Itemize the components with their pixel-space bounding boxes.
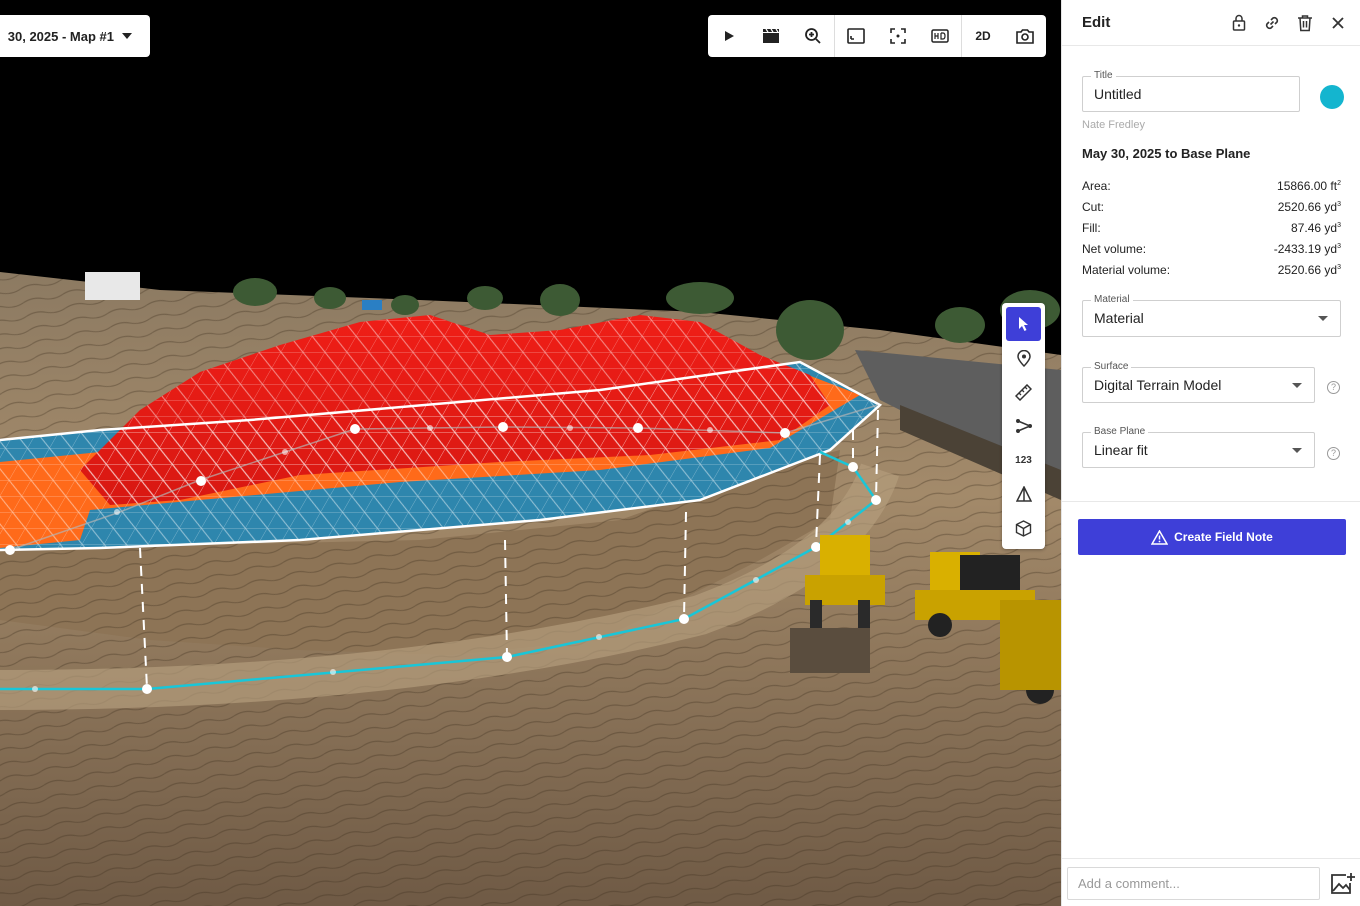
- fit-extent-button[interactable]: [835, 15, 877, 57]
- polyline-icon: [1015, 419, 1032, 433]
- add-image-icon: [1331, 873, 1355, 894]
- lock-icon: [1232, 14, 1246, 31]
- stat-value: 2520.66 yd3: [1277, 199, 1341, 214]
- title-field-label: Title: [1091, 70, 1116, 81]
- stat-value: 15866.00 ft2: [1277, 178, 1341, 193]
- fullscreen-button[interactable]: [877, 15, 919, 57]
- comment-input[interactable]: Add a comment...: [1067, 867, 1320, 900]
- stat-value: 2520.66 yd3: [1277, 262, 1341, 277]
- select-tool[interactable]: [1006, 307, 1041, 341]
- fit-extent-icon: [847, 28, 865, 44]
- surface-select[interactable]: Surface Digital Terrain Model: [1082, 361, 1315, 403]
- flythrough-button[interactable]: [750, 15, 792, 57]
- stat-label: Fill:: [1082, 220, 1101, 235]
- distance-tool[interactable]: [1006, 375, 1041, 409]
- panel-title: Edit: [1082, 14, 1111, 31]
- map-selector-dropdown[interactable]: May 30, 2025 - Map #1: [0, 15, 150, 57]
- stat-label: Material volume:: [1082, 262, 1171, 277]
- zoom-in-icon: [805, 28, 821, 44]
- stat-label: Net volume:: [1082, 241, 1147, 256]
- camera-icon: [1016, 29, 1034, 44]
- caret-down-icon: [1292, 383, 1302, 388]
- map-3d-viewport[interactable]: May 30, 2025 - Map #1 2D: [0, 0, 1061, 906]
- link-icon: [1265, 16, 1279, 29]
- measurement-tools: 123: [1002, 303, 1045, 549]
- surface-value: Digital Terrain Model: [1094, 377, 1222, 393]
- play-icon: [725, 31, 734, 41]
- caret-down-icon: [1292, 448, 1302, 453]
- count-tool[interactable]: 123: [1006, 443, 1041, 477]
- 2d-toggle-button[interactable]: 2D: [962, 15, 1004, 57]
- measurement-stats: Area: 15866.00 ft2 Cut: 2520.66 yd3 Fill: 8…: [1082, 175, 1341, 280]
- fullscreen-icon: [890, 28, 906, 44]
- stat-fill: Fill: 87.46 yd3: [1082, 217, 1341, 238]
- hd-icon: [931, 29, 949, 43]
- volume-pyramid-icon: [1015, 485, 1032, 502]
- base-plane-value: Linear fit: [1094, 442, 1148, 458]
- author-name: Nate Fredley: [1082, 119, 1145, 131]
- measurement-summary-title: May 30, 2025 to Base Plane: [1082, 146, 1251, 161]
- section-divider: [1062, 501, 1360, 502]
- map-selector-label: May 30, 2025 - Map #1: [4, 28, 114, 44]
- stat-label: Cut:: [1082, 199, 1105, 214]
- 3d-tool[interactable]: [1006, 511, 1041, 545]
- stat-value: -2433.19 yd3: [1273, 241, 1341, 256]
- close-button[interactable]: [1327, 12, 1349, 34]
- location-pin-icon: [1016, 349, 1031, 367]
- volume-tool[interactable]: [1006, 477, 1041, 511]
- lock-button[interactable]: [1228, 12, 1250, 34]
- create-field-note-label: Create Field Note: [1174, 530, 1273, 544]
- screenshot-button[interactable]: [1004, 15, 1046, 57]
- create-field-note-button[interactable]: Create Field Note: [1078, 519, 1346, 555]
- attach-image-button[interactable]: [1330, 872, 1356, 896]
- color-picker[interactable]: [1320, 85, 1344, 109]
- stat-value: 87.46 yd3: [1291, 220, 1341, 235]
- base-plane-help-icon[interactable]: ?: [1327, 447, 1340, 460]
- delete-button[interactable]: [1294, 12, 1316, 34]
- cursor-icon: [1018, 317, 1028, 331]
- stat-cut: Cut: 2520.66 yd3: [1082, 196, 1341, 217]
- 3d-cube-icon: [1015, 519, 1032, 537]
- edit-panel: Edit Title Untitled Nate Fredley May 30,…: [1061, 0, 1360, 906]
- terrain-scene[interactable]: [0, 0, 1061, 906]
- base-plane-select[interactable]: Base Plane Linear fit: [1082, 426, 1315, 468]
- material-value: Material: [1094, 310, 1144, 326]
- material-select[interactable]: Material Material: [1082, 294, 1341, 337]
- location-tool[interactable]: [1006, 341, 1041, 375]
- zoom-button[interactable]: [792, 15, 834, 57]
- panel-header: Edit: [1062, 0, 1360, 46]
- title-field[interactable]: Title Untitled: [1082, 70, 1300, 112]
- white-trailer: [85, 272, 140, 300]
- caret-down-icon: [122, 33, 132, 39]
- surface-help-icon[interactable]: ?: [1327, 381, 1340, 394]
- view-toolbar: 2D: [708, 15, 1046, 57]
- title-input[interactable]: Untitled: [1094, 86, 1141, 102]
- hd-button[interactable]: [919, 15, 961, 57]
- link-button[interactable]: [1261, 12, 1283, 34]
- stat-material-volume: Material volume: 2520.66 yd3: [1082, 259, 1341, 280]
- clapperboard-icon: [763, 28, 779, 43]
- caret-down-icon: [1318, 316, 1328, 321]
- material-label: Material: [1091, 294, 1133, 305]
- play-button[interactable]: [708, 15, 750, 57]
- trash-icon: [1298, 14, 1312, 31]
- polyline-tool[interactable]: [1006, 409, 1041, 443]
- surface-label: Surface: [1091, 361, 1132, 372]
- stat-area: Area: 15866.00 ft2: [1082, 175, 1341, 196]
- warning-triangle-icon: [1151, 529, 1169, 545]
- stat-label: Area:: [1082, 178, 1111, 193]
- stat-net-volume: Net volume: -2433.19 yd3: [1082, 238, 1341, 259]
- ruler-icon: [1015, 383, 1032, 401]
- comment-bar: Add a comment...: [1062, 858, 1360, 906]
- close-icon: [1332, 16, 1344, 29]
- base-plane-label: Base Plane: [1091, 426, 1149, 437]
